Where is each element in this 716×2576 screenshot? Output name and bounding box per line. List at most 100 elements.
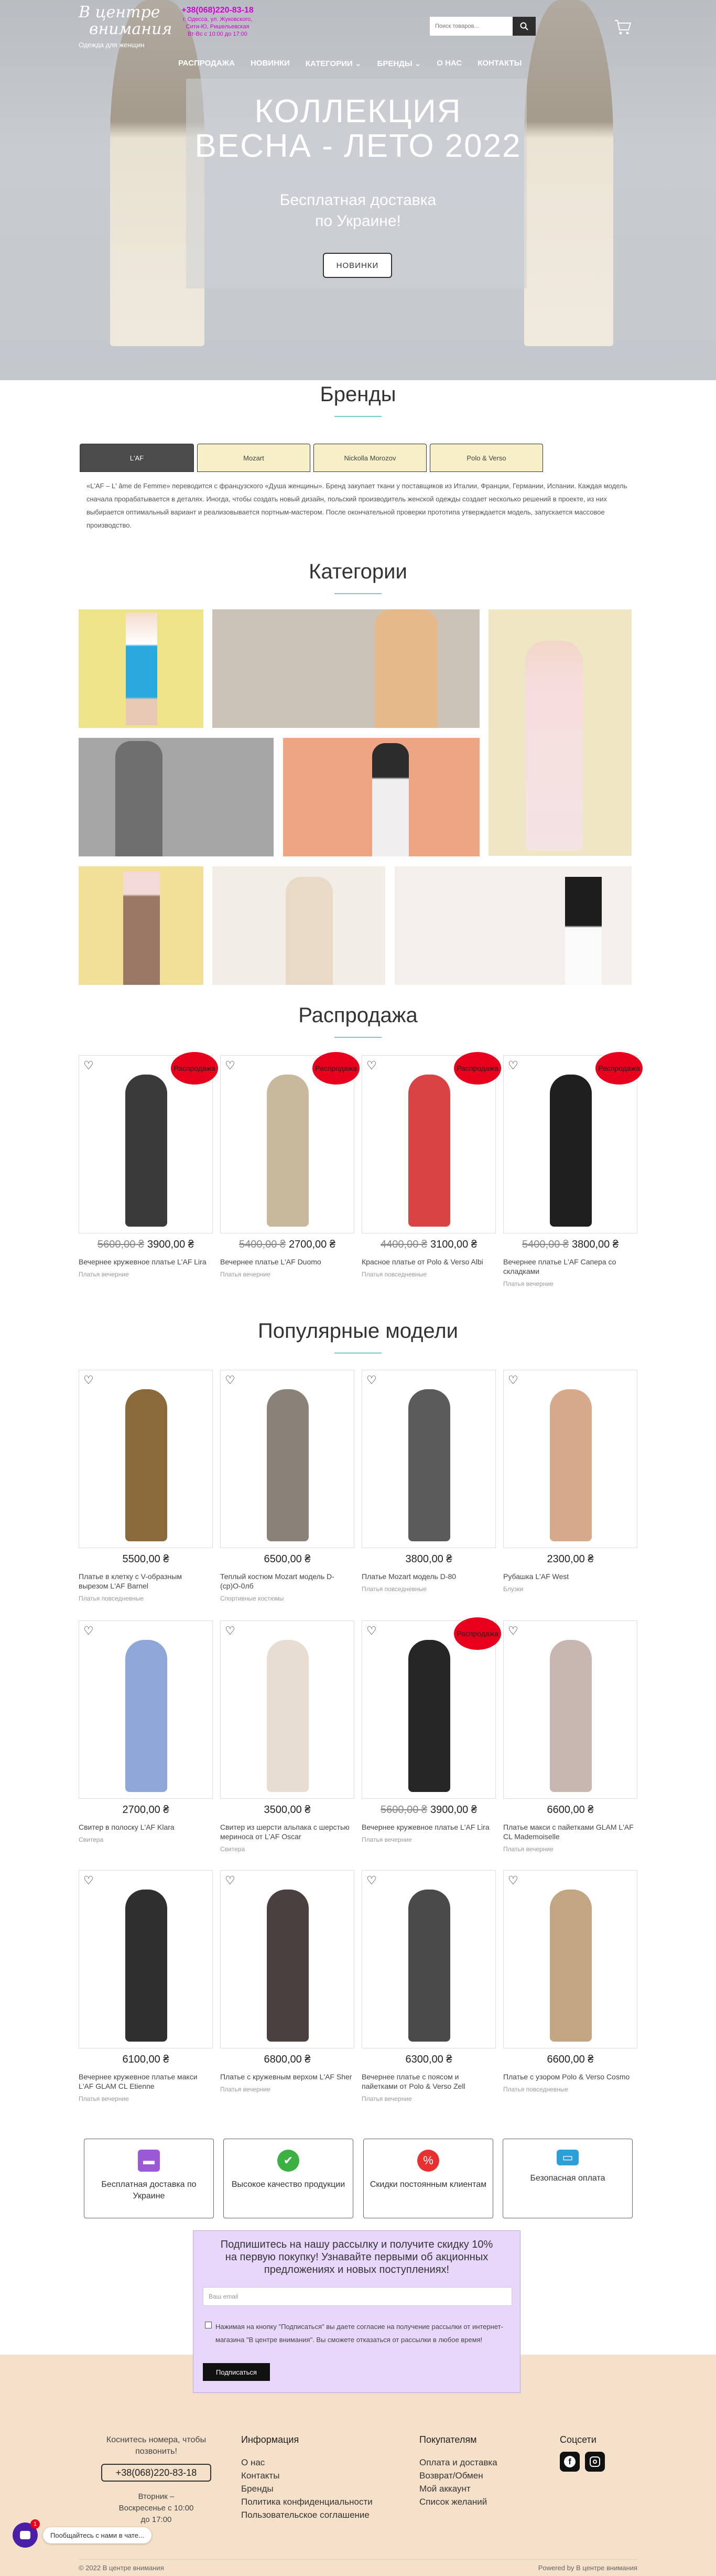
wishlist-heart-icon[interactable]: ♡ bbox=[225, 1060, 235, 1071]
footer-link-about[interactable]: О нас bbox=[241, 2456, 373, 2469]
product-card[interactable]: ♡ Распродажа 5600,00 ₴ 3900,00 ₴ Вечернее кр… bbox=[362, 1617, 501, 1853]
product-name[interactable]: Свитер из шерсти альпака с шерстью мерин… bbox=[220, 1822, 354, 1841]
footer-link-brands[interactable]: Бренды bbox=[241, 2482, 373, 2495]
chat-prompt-text[interactable]: Пообщайтесь с нами в чате... bbox=[43, 2527, 151, 2543]
product-card[interactable]: ♡ 6100,00 ₴ Вечернее кружевное платье макс… bbox=[79, 1870, 213, 2102]
product-name[interactable]: Платье макси с пайетками GLAM L'AF CL Ma… bbox=[503, 1822, 637, 1841]
product-card[interactable]: ♡ 3800,00 ₴ Платье Mozart модель D-80 Плать… bbox=[362, 1370, 496, 1602]
product-image[interactable]: ♡ bbox=[220, 1870, 354, 2048]
product-card[interactable]: ♡ 6600,00 ₴ Платье с узором Polo & Verso C… bbox=[503, 1870, 637, 2102]
product-category[interactable]: Платья вечерние bbox=[362, 2095, 496, 2102]
product-name[interactable]: Вечернее кружевное платье L'AF Lira bbox=[362, 1822, 496, 1832]
product-name[interactable]: Рубашка L'AF West bbox=[503, 1572, 637, 1581]
product-image[interactable]: ♡ bbox=[79, 1370, 213, 1548]
nav-new[interactable]: НОВИНКИ bbox=[251, 59, 290, 68]
category-tile-suits[interactable] bbox=[283, 738, 480, 856]
product-category[interactable]: Платья вечерние bbox=[503, 1845, 637, 1853]
product-image[interactable]: ♡ bbox=[362, 1870, 496, 2048]
wishlist-heart-icon[interactable]: ♡ bbox=[225, 1625, 235, 1637]
nav-contacts[interactable]: КОНТАКТЫ bbox=[478, 59, 522, 68]
product-category[interactable]: Платья вечерние bbox=[503, 1280, 637, 1287]
wishlist-heart-icon[interactable]: ♡ bbox=[508, 1060, 518, 1071]
footer-phone-button[interactable]: +38(068)220-83-18 bbox=[101, 2464, 211, 2482]
product-name[interactable]: Платье Mozart модель D-80 bbox=[362, 1572, 496, 1581]
footer-link-contacts[interactable]: Контакты bbox=[241, 2469, 373, 2482]
product-image[interactable]: ♡ bbox=[220, 1370, 354, 1548]
product-card[interactable]: ♡ 2300,00 ₴ Рубашка L'AF West Блузки bbox=[503, 1370, 637, 1602]
cart-button[interactable] bbox=[613, 18, 634, 39]
product-card[interactable]: ♡ 5500,00 ₴ Платье в клетку с V-образным в… bbox=[79, 1370, 213, 1602]
product-image[interactable]: ♡ bbox=[503, 1620, 637, 1799]
category-tile-trousers[interactable] bbox=[79, 866, 203, 985]
product-category[interactable]: Свитера bbox=[220, 1845, 354, 1853]
footer-link-payment-delivery[interactable]: Оплата и доставка bbox=[419, 2456, 497, 2469]
product-card[interactable]: ♡ 2700,00 ₴ Свитер в полоску L'AF Klara Сви… bbox=[79, 1620, 213, 1853]
product-name[interactable]: Свитер в полоску L'AF Klara bbox=[79, 1822, 213, 1832]
product-category[interactable]: Блузки bbox=[503, 1585, 637, 1593]
product-name[interactable]: Вечернее платье с поясом и пайетками от … bbox=[362, 2072, 496, 2091]
product-image[interactable]: ♡ bbox=[362, 1370, 496, 1548]
brand-tab-laf[interactable]: L'AF bbox=[80, 444, 194, 472]
chat-bubble-button[interactable]: 1 bbox=[13, 2519, 40, 2548]
category-tile-blouses[interactable] bbox=[212, 609, 480, 728]
product-category[interactable]: Платья повседневные bbox=[362, 1271, 496, 1278]
product-card[interactable]: ♡ 6600,00 ₴ Платье макси с пайетками GLAM … bbox=[503, 1620, 637, 1853]
wishlist-heart-icon[interactable]: ♡ bbox=[366, 1625, 377, 1637]
brand-tab-nickolla[interactable]: Nickolla Morozov bbox=[313, 444, 427, 472]
product-category[interactable]: Спортивные костюмы bbox=[220, 1595, 354, 1602]
brand-tab-mozart[interactable]: Mozart bbox=[197, 444, 310, 472]
product-category[interactable]: Платья вечерние bbox=[362, 1836, 496, 1843]
product-category[interactable]: Платья вечерние bbox=[79, 1271, 213, 1278]
product-image[interactable]: ♡ bbox=[220, 1620, 354, 1799]
newsletter-consent-checkbox[interactable] bbox=[205, 2322, 212, 2328]
wishlist-heart-icon[interactable]: ♡ bbox=[83, 1375, 94, 1386]
product-category[interactable]: Платья повседневные bbox=[362, 1585, 496, 1593]
product-name[interactable]: Теплый костюм Mozart модель D-(ср)O-0лб bbox=[220, 1572, 354, 1591]
product-card[interactable]: ♡ 6800,00 ₴ Платье с кружевным верхом L'AF… bbox=[220, 1870, 354, 2102]
product-category[interactable]: Платья вечерние bbox=[79, 2095, 213, 2102]
product-name[interactable]: Красное платье от Polo & Verso Albi bbox=[362, 1257, 496, 1266]
product-name[interactable]: Платье с кружевным верхом L'AF Sher bbox=[220, 2072, 354, 2081]
footer-link-privacy[interactable]: Политика конфиденциальности bbox=[241, 2495, 373, 2508]
product-name[interactable]: Вечернее кружевное платье L'AF Lira bbox=[79, 1257, 213, 1266]
wishlist-heart-icon[interactable]: ♡ bbox=[366, 1375, 377, 1386]
product-card[interactable]: ♡ Распродажа 5600,00 ₴ 3900,00 ₴ Вечернее кр… bbox=[79, 1052, 218, 1287]
product-name[interactable]: Платье в клетку с V-образным вырезом L'A… bbox=[79, 1572, 213, 1591]
footer-link-account[interactable]: Мой аккаунт bbox=[419, 2482, 497, 2495]
product-card[interactable]: ♡ 6300,00 ₴ Вечернее платье с поясом и пай… bbox=[362, 1870, 496, 2102]
product-image[interactable]: ♡ bbox=[503, 1370, 637, 1548]
product-category[interactable]: Свитера bbox=[79, 1836, 213, 1843]
category-tile-jackets[interactable] bbox=[79, 738, 274, 856]
category-tile-skirts-2[interactable] bbox=[395, 866, 632, 985]
search-input[interactable] bbox=[430, 17, 513, 36]
product-card[interactable]: ♡ 3500,00 ₴ Свитер из шерсти альпака с шер… bbox=[220, 1620, 354, 1853]
wishlist-heart-icon[interactable]: ♡ bbox=[508, 1625, 518, 1637]
product-image[interactable]: ♡ bbox=[79, 1620, 213, 1799]
wishlist-heart-icon[interactable]: ♡ bbox=[508, 1875, 518, 1886]
product-image[interactable]: ♡ bbox=[79, 1870, 213, 2048]
product-name[interactable]: Вечернее платье L'AF Duomo bbox=[220, 1257, 354, 1266]
facebook-icon[interactable]: f bbox=[560, 2452, 580, 2472]
newsletter-subscribe-button[interactable]: Подписаться bbox=[203, 2363, 270, 2381]
product-card[interactable]: ♡ Распродажа 4400,00 ₴ 3100,00 ₴ Красное пла… bbox=[362, 1052, 501, 1287]
wishlist-heart-icon[interactable]: ♡ bbox=[508, 1375, 518, 1386]
wishlist-heart-icon[interactable]: ♡ bbox=[83, 1875, 94, 1886]
wishlist-heart-icon[interactable]: ♡ bbox=[83, 1060, 94, 1071]
brand-tab-polo-verso[interactable]: Polo & Verso bbox=[430, 444, 543, 472]
product-name[interactable]: Вечернее кружевное платье макси L'AF GLA… bbox=[79, 2072, 213, 2091]
category-tile-dresses[interactable] bbox=[489, 609, 632, 856]
newsletter-email-input[interactable]: Ваш email bbox=[203, 2287, 512, 2306]
product-name[interactable]: Вечернее платье L'AF Сапера со складками bbox=[503, 1257, 637, 1276]
site-logo[interactable]: В центре внимания Одежда для женщин bbox=[79, 4, 173, 49]
chat-widget[interactable]: 1 Пообщайтесь с нами в чате... bbox=[13, 2519, 151, 2548]
product-category[interactable]: Платья повседневные bbox=[79, 1595, 213, 1602]
nav-categories[interactable]: КАТЕГОРИИ ⌄ bbox=[306, 59, 362, 68]
footer-link-wishlist[interactable]: Список желаний bbox=[419, 2495, 497, 2508]
nav-brands[interactable]: БРЕНДЫ ⌄ bbox=[377, 59, 421, 68]
nav-about[interactable]: О НАС bbox=[437, 59, 462, 68]
product-card[interactable]: ♡ Распродажа 5400,00 ₴ 3800,00 ₴ Вечернее пл… bbox=[503, 1052, 643, 1287]
footer-link-returns[interactable]: Возврат/Обмен bbox=[419, 2469, 497, 2482]
search-button[interactable] bbox=[513, 17, 536, 36]
product-category[interactable]: Платья повседневные bbox=[503, 2086, 637, 2093]
product-image[interactable]: ♡ bbox=[503, 1870, 637, 2048]
